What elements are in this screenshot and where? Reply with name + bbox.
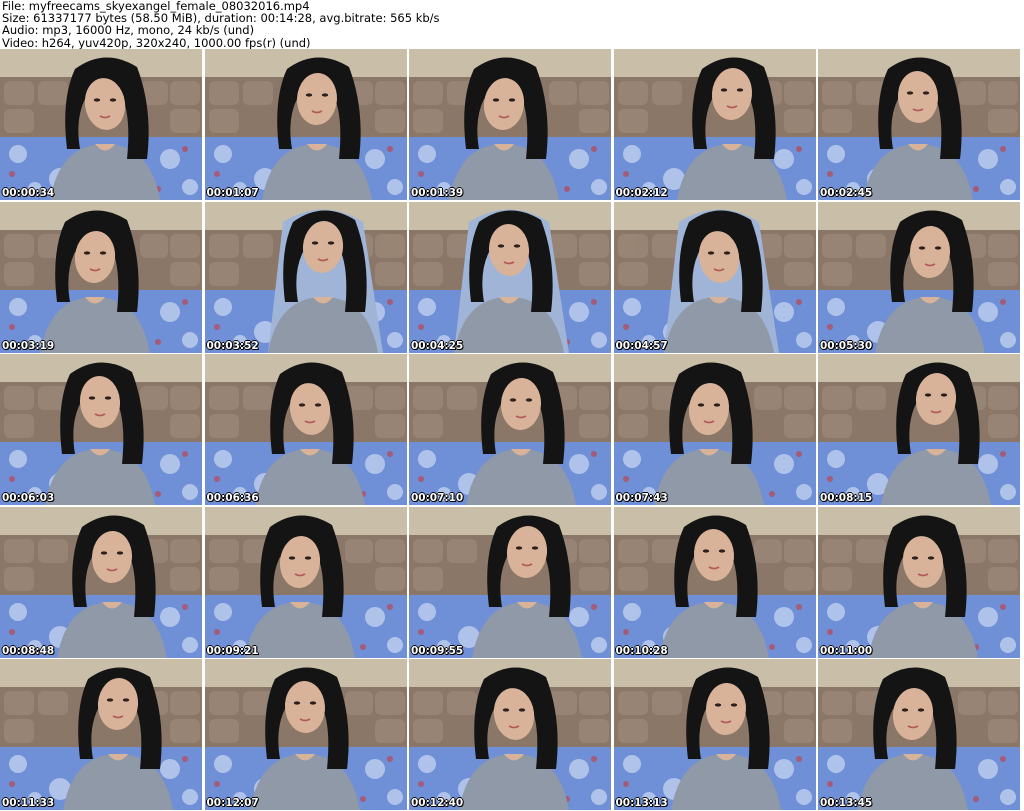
- frame-timestamp: 00:03:19: [2, 339, 55, 352]
- frame-image: [613, 506, 816, 658]
- video-frame-thumbnail: 00:08:48: [0, 506, 202, 658]
- frame-timestamp: 00:09:21: [206, 644, 259, 657]
- frame-timestamp: 00:08:48: [2, 644, 55, 657]
- frame-timestamp: 00:03:52: [206, 339, 259, 352]
- video-frame-thumbnail: 00:07:10: [409, 354, 611, 505]
- video-frame-thumbnail: 00:08:15: [818, 354, 1020, 505]
- video-frame-thumbnail: 00:10:28: [613, 506, 816, 658]
- frame-image: [409, 354, 611, 505]
- frame-timestamp: 00:05:30: [820, 339, 873, 352]
- video-frame-thumbnail: 00:09:55: [409, 506, 611, 658]
- frame-image: [613, 201, 816, 353]
- video-frame-thumbnail: 00:00:34: [0, 49, 202, 200]
- frame-timestamp: 00:04:25: [411, 339, 464, 352]
- frame-timestamp: 00:08:15: [820, 492, 873, 504]
- audio-info-line: Audio: mp3, 16000 Hz, mono, 24 kb/s (und…: [2, 23, 255, 38]
- frame-timestamp: 00:12:07: [206, 797, 259, 809]
- frame-timestamp: 00:09:55: [411, 644, 464, 657]
- video-frame-thumbnail: 00:01:07: [204, 49, 407, 200]
- video-frame-thumbnail: 00:12:40: [409, 659, 611, 810]
- frame-image: [204, 506, 407, 658]
- frame-image: [818, 354, 1020, 505]
- video-frame-thumbnail: 00:04:25: [409, 201, 611, 353]
- video-frame-thumbnail: 00:01:39: [409, 49, 611, 200]
- frame-timestamp: 00:01:39: [411, 187, 464, 199]
- frame-timestamp: 00:00:34: [2, 187, 55, 199]
- video-frame-thumbnail: 00:03:19: [0, 201, 202, 353]
- frame-image: [613, 49, 816, 200]
- frame-image: [204, 49, 407, 200]
- frame-image: [818, 659, 1020, 810]
- video-frame-thumbnail: 00:11:33: [0, 659, 202, 810]
- video-frame-thumbnail: 00:06:36: [204, 354, 407, 505]
- frame-timestamp: 00:11:33: [2, 797, 55, 809]
- video-frame-thumbnail: 00:05:30: [818, 201, 1020, 353]
- frame-timestamp: 00:06:03: [2, 492, 55, 504]
- video-frame-thumbnail: 00:06:03: [0, 354, 202, 505]
- video-info-line: Video: h264, yuv420p, 320x240, 1000.00 f…: [2, 35, 311, 50]
- frame-image: [409, 659, 611, 810]
- frame-timestamp: 00:11:00: [820, 644, 873, 657]
- frame-image: [818, 201, 1020, 353]
- frame-timestamp: 00:02:45: [820, 187, 873, 199]
- frame-image: [0, 49, 202, 200]
- video-frame-thumbnail: 00:13:45: [818, 659, 1020, 810]
- frame-image: [409, 506, 611, 658]
- frame-image: [0, 201, 202, 353]
- frame-image: [818, 49, 1020, 200]
- video-frame-thumbnail: 00:12:07: [204, 659, 407, 810]
- frame-image: [409, 49, 611, 200]
- frame-timestamp: 00:13:13: [615, 797, 668, 809]
- video-frame-thumbnail: 00:02:12: [613, 49, 816, 200]
- frame-image: [0, 506, 202, 658]
- frame-image: [818, 506, 1020, 658]
- frame-image: [204, 201, 407, 353]
- frame-timestamp: 00:07:43: [615, 492, 668, 504]
- video-frame-thumbnail: 00:02:45: [818, 49, 1020, 200]
- video-frame-thumbnail: 00:03:52: [204, 201, 407, 353]
- frame-timestamp: 00:04:57: [615, 339, 668, 352]
- video-frame-thumbnail: 00:07:43: [613, 354, 816, 505]
- frame-timestamp: 00:12:40: [411, 797, 464, 809]
- frame-timestamp: 00:07:10: [411, 492, 464, 504]
- frame-timestamp: 00:13:45: [820, 797, 873, 809]
- frame-image: [204, 659, 407, 810]
- thumbnail-grid: 00:00:34 00:01:07 00:01:39 00:02:12 00:0…: [0, 49, 1024, 811]
- frame-image: [613, 354, 816, 505]
- frame-image: [613, 659, 816, 810]
- frame-image: [0, 354, 202, 505]
- frame-timestamp: 00:10:28: [615, 644, 668, 657]
- frame-timestamp: 00:02:12: [615, 187, 668, 199]
- video-frame-thumbnail: 00:09:21: [204, 506, 407, 658]
- frame-image: [0, 659, 202, 810]
- frame-image: [204, 354, 407, 505]
- video-frame-thumbnail: 00:04:57: [613, 201, 816, 353]
- video-frame-thumbnail: 00:13:13: [613, 659, 816, 810]
- frame-image: [409, 201, 611, 353]
- file-info-header: File: myfreecams_skyexangel_female_08032…: [2, 0, 440, 49]
- frame-timestamp: 00:06:36: [206, 492, 259, 504]
- frame-timestamp: 00:01:07: [206, 187, 259, 199]
- video-frame-thumbnail: 00:11:00: [818, 506, 1020, 658]
